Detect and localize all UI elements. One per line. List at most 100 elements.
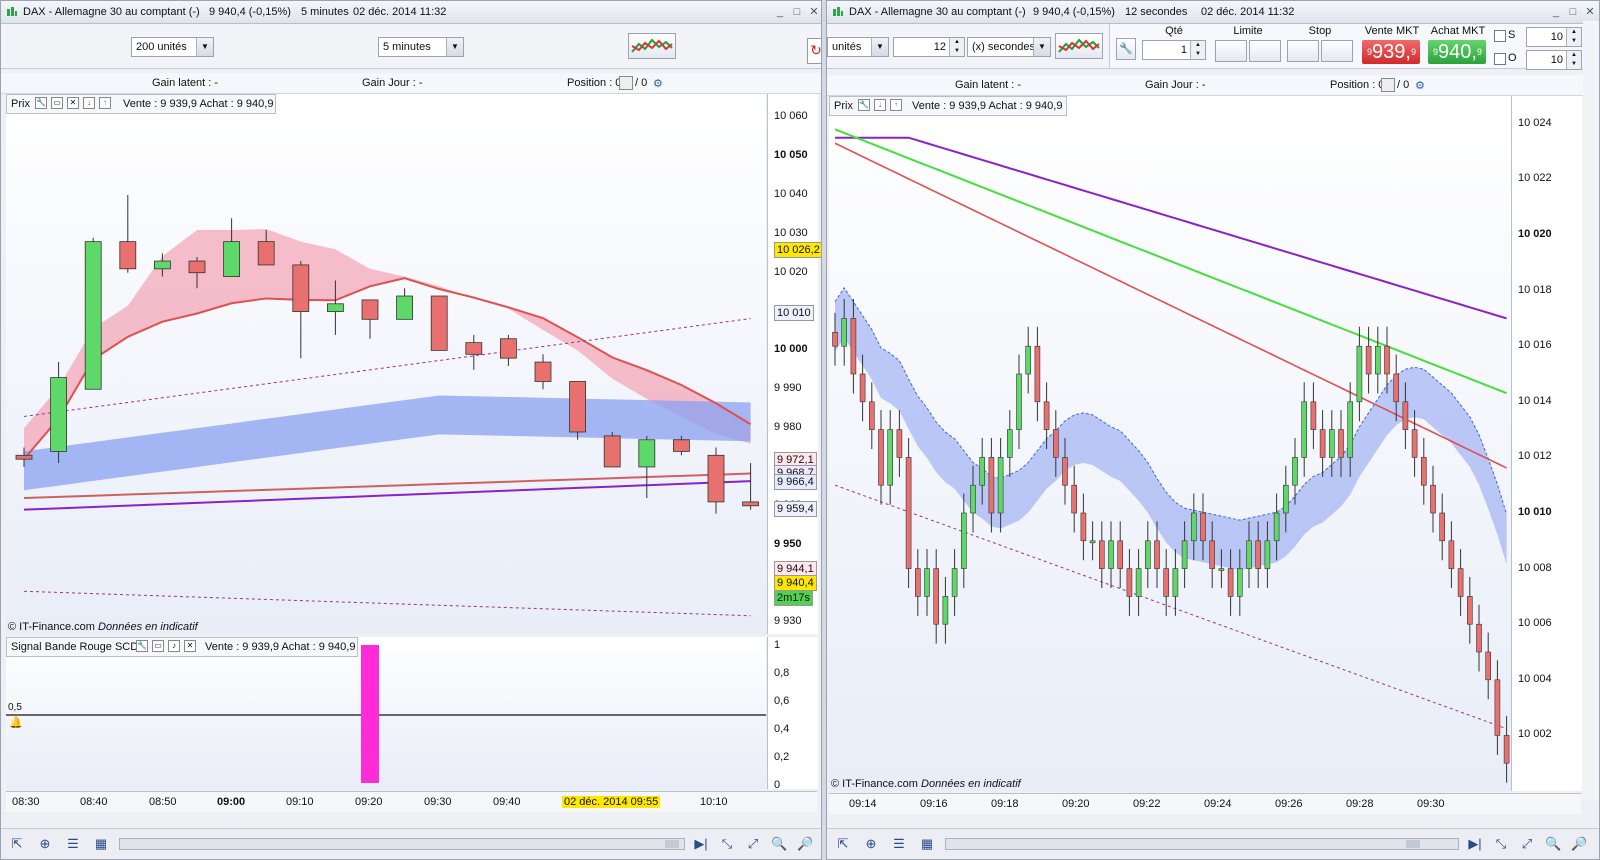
limit-buy-button[interactable] [1249, 40, 1281, 62]
candle-body [1163, 568, 1170, 597]
window-quote: 9 940,4 (-0,15%) [1033, 6, 1115, 18]
alert-bell-icon[interactable]: ♪ [168, 640, 180, 652]
compress-icon[interactable]: ⤡ [719, 836, 735, 852]
expand-icon[interactable]: ⤢ [745, 836, 761, 852]
s-checkbox[interactable] [1494, 30, 1506, 42]
qty-field[interactable]: 1 ▲ ▼ [1142, 40, 1206, 60]
wrench-icon[interactable]: 🔧 [858, 99, 870, 111]
pan-icon[interactable]: ⇱ [835, 836, 851, 852]
expand-icon[interactable]: ⤢ [1519, 836, 1535, 852]
list-icon[interactable]: ☰ [65, 836, 81, 852]
qty-spinner[interactable]: ▲ ▼ [1190, 41, 1205, 59]
interval-spinner[interactable]: ▲ ▼ [949, 38, 964, 56]
scroll-thumb[interactable] [1406, 840, 1420, 848]
down-arrow-icon[interactable]: ↓ [874, 99, 886, 111]
zoom-in-icon[interactable]: 🔎 [1571, 836, 1587, 852]
close-icon[interactable]: ✕ [184, 640, 196, 652]
close-icon[interactable]: ✕ [67, 97, 79, 109]
price-tag: 10 026,2 [774, 241, 821, 258]
o-field[interactable]: 10 ▲ ▼ [1526, 50, 1582, 70]
legend-signal-quote: Vente : 9 939,9 Achat : 9 940,9 [205, 641, 356, 653]
position-toggle-icon[interactable] [619, 76, 633, 90]
up-arrow-icon[interactable]: ↑ [890, 99, 902, 111]
close-icon[interactable]: ✕ [1583, 5, 1597, 19]
period-select[interactable]: 5 minutes ▼ [378, 37, 464, 57]
minimize-icon[interactable]: _ [773, 5, 787, 19]
o-spinner[interactable]: ▲ ▼ [1566, 51, 1581, 69]
left-price-chart[interactable]: © IT-Finance.com Données en indicatif [6, 94, 766, 634]
signal-level-label: 0,5 [8, 702, 22, 713]
price-tag: 9 966,4 [774, 473, 817, 490]
green-moving-average [834, 128, 1507, 395]
signal-panel[interactable]: 0,5 🔔 [6, 637, 766, 789]
left-chart-window: DAX - Allemagne 30 au comptant (-) 9 940… [0, 0, 822, 860]
candle-body [603, 435, 621, 468]
stop-label: Stop [1308, 25, 1332, 37]
units-select[interactable]: 200 unités ▼ [131, 37, 214, 57]
s-field[interactable]: 10 ▲ ▼ [1526, 27, 1582, 47]
maximize-icon[interactable]: □ [790, 5, 804, 19]
candle-body [742, 501, 759, 507]
time-scrollbar[interactable] [945, 838, 1459, 850]
sell-market-button[interactable]: 9939,9 [1362, 40, 1420, 64]
refresh-icon[interactable]: ↻ [807, 38, 821, 64]
scroll-thumb[interactable] [665, 840, 679, 848]
scroll-end-icon[interactable]: ▶| [1467, 836, 1483, 852]
candle-body [1117, 540, 1124, 569]
indicators-icon[interactable]: ▦ [919, 836, 935, 852]
candle-body [569, 381, 586, 433]
zoom-fit-icon[interactable]: ⊕ [863, 836, 879, 852]
gear-icon[interactable]: ⚙ [1415, 79, 1425, 92]
up-arrow-icon[interactable]: ↑ [99, 97, 111, 109]
down-arrow-icon[interactable]: ↓ [83, 97, 95, 109]
right-title-bar: DAX - Allemagne 30 au comptant (-) 9 940… [827, 1, 1599, 24]
candle-body [1374, 345, 1381, 375]
candle-body [1264, 540, 1271, 569]
s-spinner[interactable]: ▲ ▼ [1566, 28, 1581, 46]
maximize-icon[interactable]: □ [1566, 5, 1580, 19]
zoom-in-icon[interactable]: 🔎 [797, 836, 813, 852]
sell-price: 939, [1372, 41, 1411, 63]
time-tick-label: 08:50 [149, 796, 177, 808]
interval-unit-select[interactable]: (x) secondes ▼ [967, 37, 1051, 57]
wrench-icon[interactable]: 🔧 [35, 97, 47, 109]
right-price-chart[interactable]: © IT-Finance.com Données en indicatif [829, 96, 1511, 791]
price-tick-label: 9 950 [774, 537, 802, 550]
limit-sell-button[interactable] [1215, 40, 1247, 62]
price-tick-label: 10 004 [1518, 672, 1552, 685]
minimize-icon[interactable]: _ [1549, 5, 1563, 19]
list-icon[interactable]: ☰ [891, 836, 907, 852]
buy-market-button[interactable]: 9940,9 [1428, 40, 1486, 64]
compress-icon[interactable]: ⤡ [1493, 836, 1509, 852]
position-toggle-icon[interactable] [1381, 78, 1395, 92]
price-tick-label: 10 050 [774, 149, 808, 162]
zoom-out-icon[interactable]: 🔍 [771, 836, 787, 852]
o-checkbox[interactable] [1494, 53, 1506, 65]
wrench-icon[interactable]: 🔧 [136, 640, 148, 652]
scroll-end-icon[interactable]: ▶| [693, 836, 709, 852]
right-bottom-bar: ⇱ ⊕ ☰ ▦ ▶| ⤡ ⤢ 🔍 🔎 [827, 828, 1599, 859]
candle-body [1301, 401, 1308, 458]
indicators-icon[interactable]: ▦ [93, 836, 109, 852]
gear-icon[interactable]: ⚙ [653, 77, 663, 90]
time-scrollbar[interactable] [119, 838, 685, 850]
stop-sell-button[interactable] [1287, 40, 1319, 62]
line-chart-icon [1058, 38, 1100, 53]
candle-body [257, 241, 275, 266]
chart-settings-button[interactable] [628, 33, 676, 59]
window-icon[interactable]: ▭ [152, 640, 164, 652]
pan-icon[interactable]: ⇱ [9, 836, 25, 852]
interval-field[interactable]: 12 ▲ ▼ [893, 37, 965, 57]
zoom-fit-icon[interactable]: ⊕ [37, 836, 53, 852]
window-icon[interactable]: ▭ [51, 97, 63, 109]
bell-icon[interactable]: 🔔 [9, 716, 23, 729]
chart-settings-button[interactable] [1055, 33, 1103, 59]
candle-body [997, 457, 1004, 514]
wrench-icon[interactable]: 🔧 [1116, 38, 1136, 60]
candle-body [1328, 429, 1335, 458]
zoom-out-icon[interactable]: 🔍 [1545, 836, 1561, 852]
close-icon[interactable]: ✕ [807, 5, 821, 19]
units-select[interactable]: unités ▼ [827, 37, 889, 57]
stop-buy-button[interactable] [1321, 40, 1353, 62]
right-price-plot [832, 128, 1510, 783]
